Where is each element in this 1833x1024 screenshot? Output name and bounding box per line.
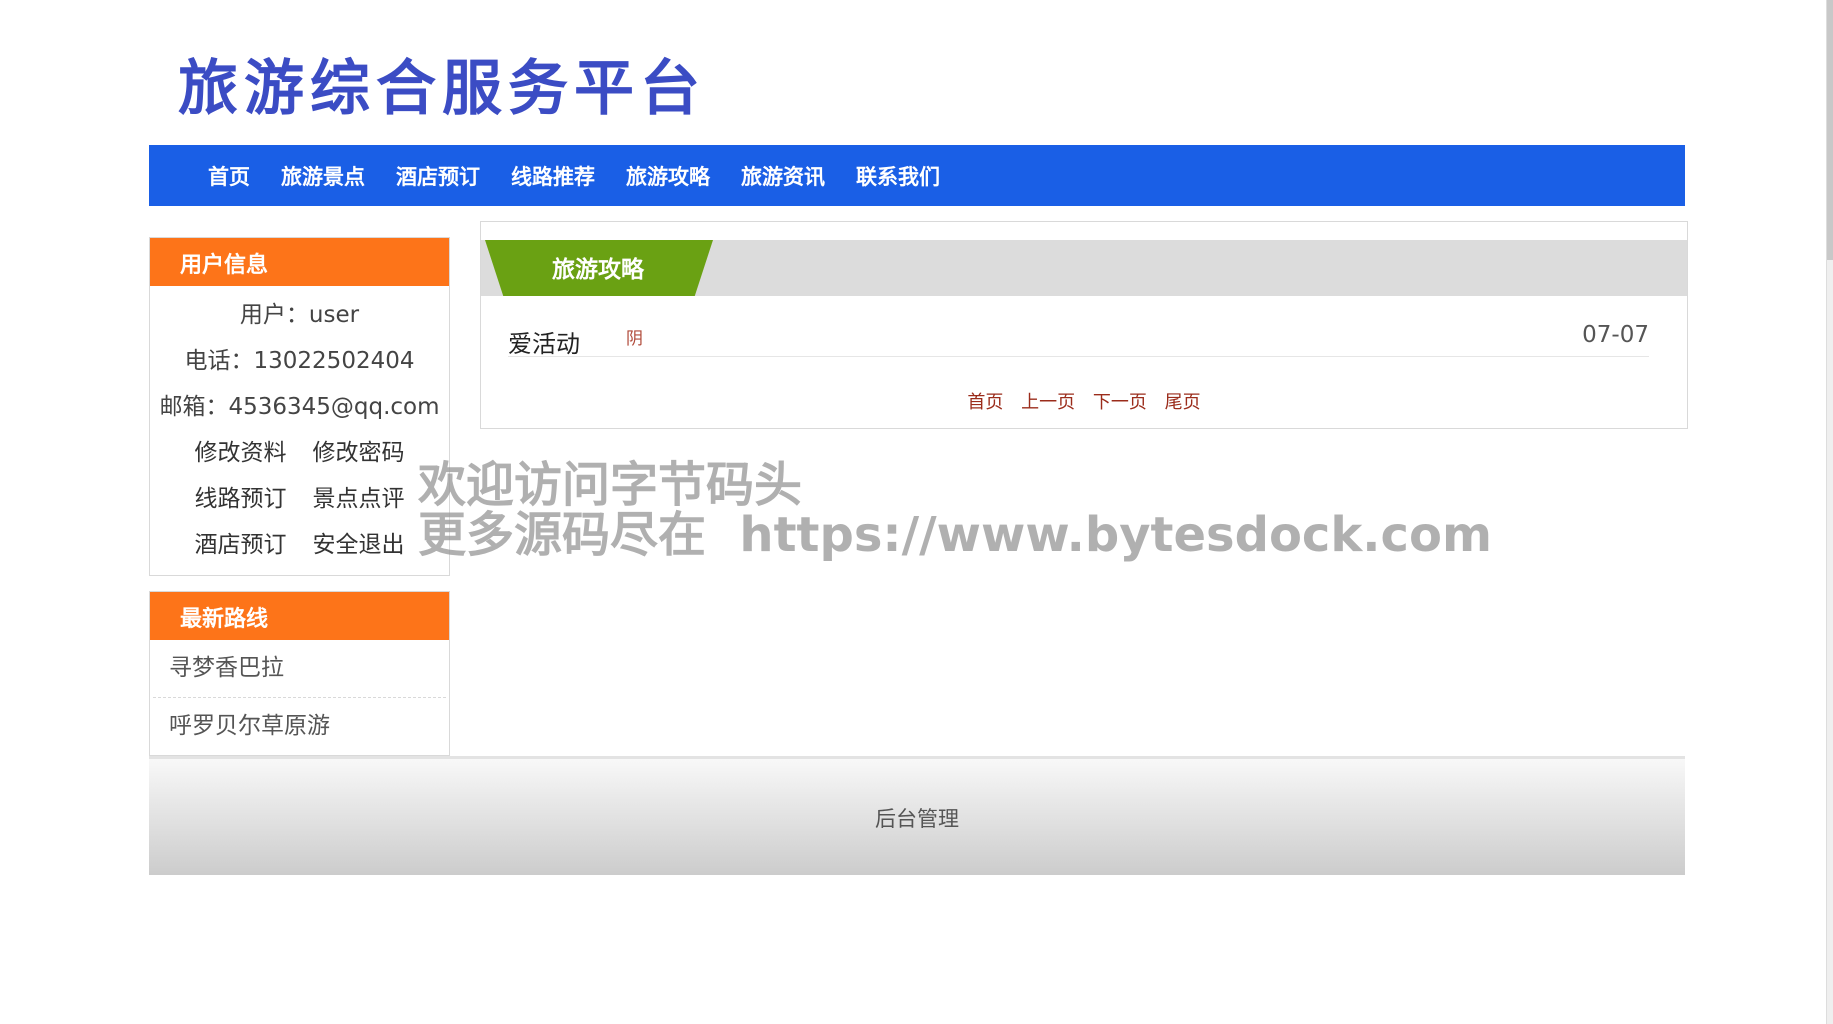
- nav-news[interactable]: 旅游资讯: [741, 161, 825, 191]
- main-navbar: 首页 旅游景点 酒店预订 线路推荐 旅游攻略 旅游资讯 联系我们: [149, 145, 1685, 206]
- pager-first[interactable]: 首页: [967, 392, 1003, 413]
- nav-routes[interactable]: 线路推荐: [511, 161, 595, 191]
- watermark-line2: 更多源码尽在 https://www.bytesdock.com: [418, 507, 1492, 563]
- nav-guides[interactable]: 旅游攻略: [626, 161, 710, 191]
- guides-header: 旅游攻略: [481, 240, 1687, 296]
- pager-next[interactable]: 下一页: [1093, 392, 1147, 413]
- admin-link[interactable]: 后台管理: [875, 807, 959, 831]
- guides-panel: 旅游攻略 爱活动 阴 07-07 首页 上一页 下一页 尾页: [480, 221, 1688, 429]
- article-date: 07-07: [1582, 322, 1649, 348]
- change-password-link[interactable]: 修改密码: [313, 430, 405, 476]
- route-booking-link[interactable]: 线路预订: [195, 476, 287, 522]
- guides-tab: 旅游攻略: [485, 240, 713, 296]
- article-row: 爱活动 阴 07-07: [508, 322, 1649, 359]
- pagination: 首页 上一页 下一页 尾页: [481, 388, 1687, 414]
- attraction-review-link[interactable]: 景点点评: [313, 476, 405, 522]
- watermark: 欢迎访问字节码头 更多源码尽在 https://www.bytesdock.co…: [418, 460, 1492, 560]
- route-item[interactable]: 寻梦香巴拉: [153, 640, 446, 698]
- article-title[interactable]: 爱活动: [508, 324, 580, 359]
- hotel-booking-link[interactable]: 酒店预订: [195, 522, 287, 568]
- nav-contact[interactable]: 联系我们: [856, 161, 940, 191]
- page-scrollbar[interactable]: [1826, 0, 1833, 1024]
- latest-routes-title: 最新路线: [150, 592, 449, 640]
- user-name: 用户：user: [239, 302, 360, 328]
- latest-routes-panel: 最新路线 寻梦香巴拉 呼罗贝尔草原游: [149, 591, 450, 756]
- nav-hotels[interactable]: 酒店预订: [396, 161, 480, 191]
- route-item[interactable]: 呼罗贝尔草原游: [153, 698, 446, 755]
- site-logo: 旅游综合服务平台: [178, 54, 706, 124]
- user-info-title: 用户信息: [150, 238, 449, 286]
- user-info-panel: 用户信息 用户：user 电话：13022502404 邮箱：4536345@q…: [149, 237, 450, 576]
- nav-attractions[interactable]: 旅游景点: [281, 161, 365, 191]
- user-phone: 电话：13022502404: [184, 348, 415, 374]
- user-email: 邮箱：4536345@qq.com: [159, 394, 440, 420]
- pager-prev[interactable]: 上一页: [1021, 392, 1075, 413]
- article-tag: 阴: [626, 329, 643, 349]
- watermark-line1: 欢迎访问字节码头: [418, 457, 803, 513]
- pager-last[interactable]: 尾页: [1165, 392, 1201, 413]
- nav-home[interactable]: 首页: [208, 161, 250, 191]
- edit-profile-link[interactable]: 修改资料: [195, 430, 287, 476]
- scrollbar-thumb[interactable]: [1827, 0, 1833, 260]
- footer: 后台管理: [149, 756, 1685, 875]
- logout-link[interactable]: 安全退出: [313, 522, 405, 568]
